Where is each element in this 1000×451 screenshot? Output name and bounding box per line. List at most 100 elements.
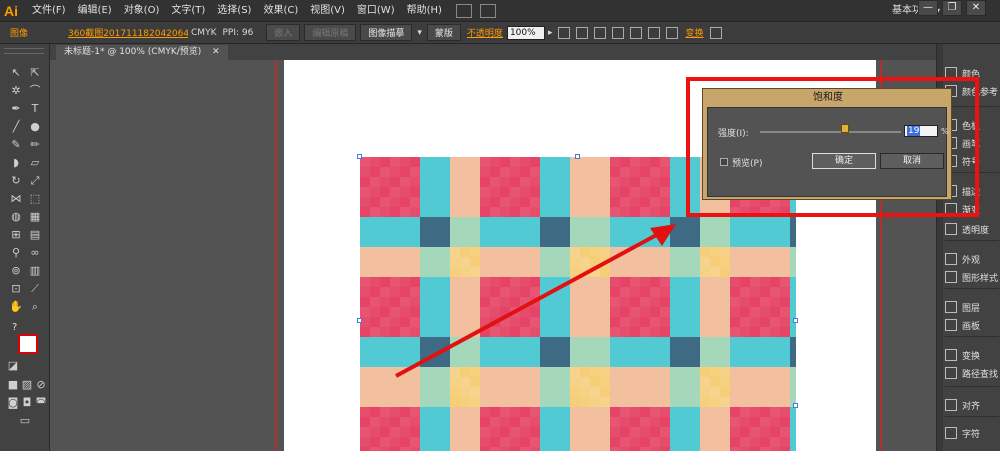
align-bottom-icon[interactable] [666, 26, 679, 39]
lasso-tool-icon[interactable]: ⌒ [28, 84, 42, 98]
embed-button[interactable]: 嵌入 [266, 24, 301, 41]
magic-wand-tool-icon[interactable]: ✲ [9, 84, 23, 98]
panel-tab-appearance[interactable]: 外观 [945, 250, 1000, 268]
mesh-tool-icon[interactable]: ⊞ [9, 228, 23, 242]
panel-tab-layers[interactable]: 图层 [945, 298, 1000, 316]
image-trace-button[interactable]: 图像描摹 [360, 24, 413, 41]
pattern-cell [740, 257, 750, 267]
perspective-grid-tool-icon[interactable]: ▦ [28, 210, 42, 224]
panel-tab-transform[interactable]: 变换 [945, 346, 1000, 364]
pattern-cell [630, 287, 640, 297]
blob-brush-tool-icon[interactable]: ◗ [9, 156, 23, 170]
menu-window[interactable]: 窗口(W) [351, 0, 401, 22]
bridge-icon[interactable] [455, 3, 472, 18]
artboard-tool-icon[interactable]: ⊡ [9, 282, 23, 296]
pattern-cell [540, 237, 550, 247]
linked-file-link[interactable]: 360截图20171118204206​4... [64, 26, 188, 39]
eyedropper-tool-icon[interactable]: ⚲ [9, 246, 23, 260]
pattern-cell [420, 347, 430, 357]
paintbrush-tool-icon[interactable]: ✎ [9, 138, 23, 152]
scale-tool-icon[interactable]: ⤢ [28, 174, 42, 188]
opacity-input[interactable]: 100% [506, 25, 545, 40]
blend-tool-icon[interactable]: ∞ [28, 246, 42, 260]
free-transform-tool-icon[interactable]: ⬚ [28, 192, 42, 206]
bounding-handle[interactable] [357, 154, 362, 159]
stroke-swatch[interactable] [18, 334, 38, 354]
align-left-icon[interactable] [576, 26, 589, 39]
none-mode-icon[interactable]: ⊘ [34, 378, 48, 392]
menu-select[interactable]: 选择(S) [211, 0, 257, 22]
opacity-label[interactable]: 不透明度 [463, 26, 507, 39]
arrange-documents-icon[interactable] [479, 3, 496, 18]
menu-edit[interactable]: 编辑(E) [72, 0, 118, 22]
ellipse-tool-icon[interactable]: ● [28, 120, 42, 134]
screen-mode-icon[interactable]: ▭ [18, 414, 32, 428]
pattern-cell [750, 337, 760, 347]
align-center-icon[interactable] [594, 26, 607, 39]
transform-link[interactable]: 变换 [681, 26, 707, 39]
pencil-tool-icon[interactable]: ✏ [28, 138, 42, 152]
pattern-cell [430, 347, 440, 357]
align-top-icon[interactable] [630, 26, 643, 39]
isolate-icon[interactable] [710, 26, 723, 39]
document-tab[interactable]: 未标题-1* @ 100% (CMYK/预览) ✕ [56, 45, 228, 60]
opacity-dropdown-icon[interactable]: ▸ [545, 28, 556, 38]
eraser-tool-icon[interactable]: ▱ [28, 156, 42, 170]
menu-help[interactable]: 帮助(H) [401, 0, 448, 22]
panel-tab-align[interactable]: 对齐 [945, 396, 1000, 414]
pattern-cell [470, 347, 480, 357]
align-right-icon[interactable] [612, 26, 625, 39]
draw-inside-icon[interactable]: ◚ [34, 396, 48, 410]
pattern-cell [700, 347, 710, 357]
width-tool-icon[interactable]: ⋈ [9, 192, 23, 206]
type-tool-icon[interactable]: T [28, 102, 42, 116]
bounding-handle[interactable] [793, 403, 798, 408]
menu-effect[interactable]: 效果(C) [257, 0, 304, 22]
panel-tab-transparency[interactable]: 透明度 [945, 220, 1000, 238]
menu-type[interactable]: 文字(T) [165, 0, 211, 22]
panel-tab-pathfinder[interactable]: 路径查找 [945, 364, 1000, 382]
draw-normal-icon[interactable]: ◙ [6, 396, 20, 410]
align-grid-icon[interactable] [558, 26, 571, 39]
bounding-handle[interactable] [793, 318, 798, 323]
align-middle-icon[interactable] [648, 26, 661, 39]
panel-tab-character[interactable]: 字符 [945, 424, 1000, 442]
hand-tool-icon[interactable]: ✋ [9, 300, 23, 314]
selection-tool-icon[interactable]: ↖ [9, 66, 23, 80]
panel-tab-artboards[interactable]: 画板 [945, 316, 1000, 334]
menu-file[interactable]: 文件(F) [26, 0, 72, 22]
menu-object[interactable]: 对象(O) [118, 0, 166, 22]
pattern-cell [560, 397, 570, 407]
pen-tool-icon[interactable]: ✒ [9, 102, 23, 116]
color-mode-icon[interactable]: ■ [6, 378, 20, 392]
restore-button[interactable]: ❐ [942, 0, 962, 16]
line-tool-icon[interactable]: ╱ [9, 120, 23, 134]
slice-tool-icon[interactable]: ⟋ [28, 282, 42, 296]
edit-original-button[interactable]: 编辑原稿 [304, 24, 357, 41]
pattern-cell [510, 207, 520, 217]
close-tab-icon[interactable]: ✕ [212, 47, 220, 57]
panel-tab-graphic-styles[interactable]: 图形样式 [945, 268, 1000, 286]
bounding-handle[interactable] [575, 154, 580, 159]
zoom-tool-icon[interactable]: ⌕ [28, 300, 42, 314]
pattern-cell [420, 157, 430, 167]
gradient-tool-icon[interactable]: ▤ [28, 228, 42, 242]
draw-behind-icon[interactable]: ◘ [20, 396, 34, 410]
shape-builder-tool-icon[interactable]: ◍ [9, 210, 23, 224]
direct-selection-tool-icon[interactable]: ⇱ [28, 66, 42, 80]
close-button[interactable]: ✕ [966, 0, 986, 16]
pattern-cell [470, 217, 480, 227]
minimize-button[interactable]: — [918, 0, 938, 16]
default-colors-icon[interactable]: ◪ [6, 359, 20, 373]
image-trace-dropdown-icon[interactable]: ▾ [414, 28, 425, 38]
pattern-cell [630, 347, 640, 357]
rotate-tool-icon[interactable]: ↻ [9, 174, 23, 188]
bounding-handle[interactable] [357, 318, 362, 323]
menu-view[interactable]: 视图(V) [304, 0, 351, 22]
panel-grip[interactable] [4, 48, 44, 54]
pattern-cell [480, 447, 490, 451]
gradient-mode-icon[interactable]: ▨ [20, 378, 34, 392]
column-graph-tool-icon[interactable]: ▥ [28, 264, 42, 278]
mask-button[interactable]: 蒙版 [426, 24, 461, 41]
symbol-sprayer-tool-icon[interactable]: ⊚ [9, 264, 23, 278]
